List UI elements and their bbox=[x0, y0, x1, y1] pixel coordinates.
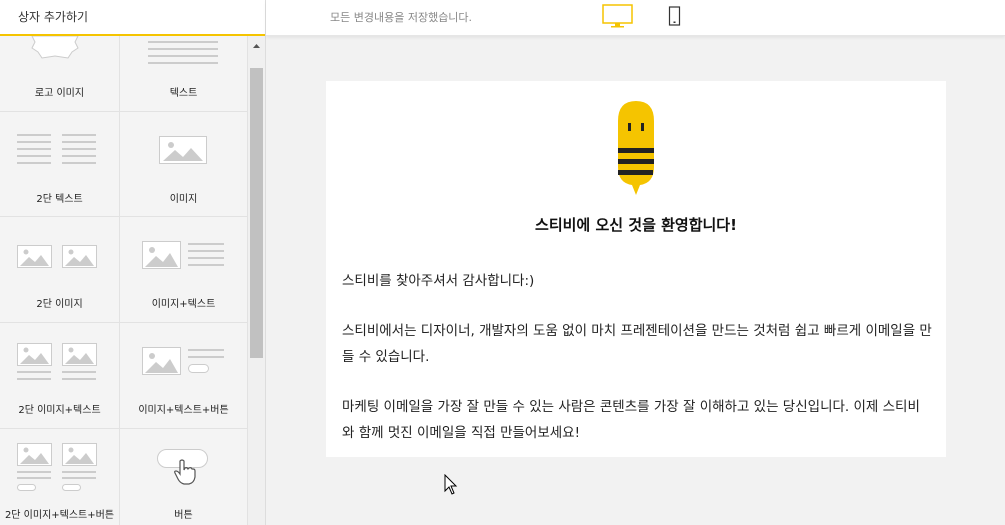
email-body: 스티비를 찾아주셔서 감사합니다:) 스티비에서는 디자이너, 개발자의 도움 … bbox=[342, 268, 932, 446]
tile-image-text-button[interactable]: 이미지+텍스트+버튼 bbox=[120, 323, 248, 429]
mouse-cursor-icon bbox=[444, 474, 458, 495]
image-text-button-icon bbox=[142, 347, 224, 375]
scroll-up-arrow-icon[interactable] bbox=[248, 38, 265, 54]
tile-text[interactable]: 텍스트 bbox=[120, 36, 248, 112]
image-text-icon bbox=[142, 241, 224, 269]
email-paragraph: 마케팅 이메일을 가장 잘 만들 수 있는 사람은 콘텐츠를 가장 잘 이해하고… bbox=[342, 399, 920, 441]
panel-scrollbar[interactable] bbox=[248, 36, 265, 525]
stibee-bee-logo-icon bbox=[618, 101, 654, 195]
tile-button[interactable]: 버튼 bbox=[120, 429, 248, 525]
scrollbar-thumb[interactable] bbox=[250, 68, 263, 358]
box-grid: 로고 이미지 텍스트 2단 텍스트 이미지 2단 이미지 이미지+텍스트 2단 … bbox=[0, 36, 248, 525]
panel-title: 상자 추가하기 bbox=[18, 10, 89, 24]
tile-two-column-image[interactable]: 2단 이미지 bbox=[0, 217, 120, 323]
email-preview[interactable]: 스티비에 오신 것을 환영합니다! 스티비를 찾아주셔서 감사합니다:) 스티비… bbox=[326, 81, 946, 457]
phone-icon[interactable] bbox=[668, 6, 682, 28]
add-box-panel: 상자 추가하기 로고 이미지 텍스트 2단 텍스트 이미지 2단 이미지 이미지… bbox=[0, 0, 266, 525]
tile-logo-image[interactable]: 로고 이미지 bbox=[0, 36, 120, 112]
tile-label: 버튼 bbox=[174, 510, 193, 521]
image-icon bbox=[159, 136, 207, 164]
tile-label: 이미지+텍스트+버튼 bbox=[138, 405, 229, 416]
tile-label: 텍스트 bbox=[169, 88, 198, 99]
tile-label: 2단 텍스트 bbox=[36, 194, 83, 205]
save-status: 모든 변경내용을 저장했습니다. bbox=[330, 11, 473, 24]
tile-image-text[interactable]: 이미지+텍스트 bbox=[120, 217, 248, 323]
tile-two-column-image-text[interactable]: 2단 이미지+텍스트 bbox=[0, 323, 120, 429]
tile-label: 2단 이미지 bbox=[36, 299, 83, 310]
two-column-text-icon bbox=[17, 134, 96, 164]
top-bar: 모든 변경내용을 저장했습니다. bbox=[266, 0, 1005, 36]
tile-label: 2단 이미지+텍스트+버튼 bbox=[4, 510, 115, 521]
two-column-image-text-icon bbox=[17, 343, 97, 380]
hand-pointer-icon bbox=[174, 459, 196, 485]
badge-icon bbox=[31, 36, 79, 59]
email-paragraph: 스티비에서는 디자이너, 개발자의 도움 없이 마치 프레젠테이션을 만드는 것… bbox=[342, 323, 932, 365]
email-title: 스티비에 오신 것을 환영합니다! bbox=[535, 216, 737, 234]
tile-image[interactable]: 이미지 bbox=[120, 112, 248, 217]
two-column-image-icon bbox=[17, 245, 97, 268]
editor-root: 상자 추가하기 로고 이미지 텍스트 2단 텍스트 이미지 2단 이미지 이미지… bbox=[0, 0, 1005, 525]
tile-two-column-text[interactable]: 2단 텍스트 bbox=[0, 112, 120, 217]
panel-header[interactable]: 상자 추가하기 bbox=[0, 0, 265, 36]
two-column-image-text-button-icon bbox=[17, 443, 97, 491]
tile-label: 2단 이미지+텍스트 bbox=[18, 405, 101, 416]
tile-label: 이미지+텍스트 bbox=[151, 299, 216, 310]
email-paragraph: 스티비를 찾아주셔서 감사합니다:) bbox=[342, 273, 535, 289]
tile-label: 이미지 bbox=[169, 194, 198, 205]
tile-two-column-image-text-button[interactable]: 2단 이미지+텍스트+버튼 bbox=[0, 429, 120, 525]
text-lines-icon bbox=[148, 41, 218, 64]
monitor-icon[interactable] bbox=[602, 4, 634, 30]
tile-label: 로고 이미지 bbox=[34, 88, 85, 99]
